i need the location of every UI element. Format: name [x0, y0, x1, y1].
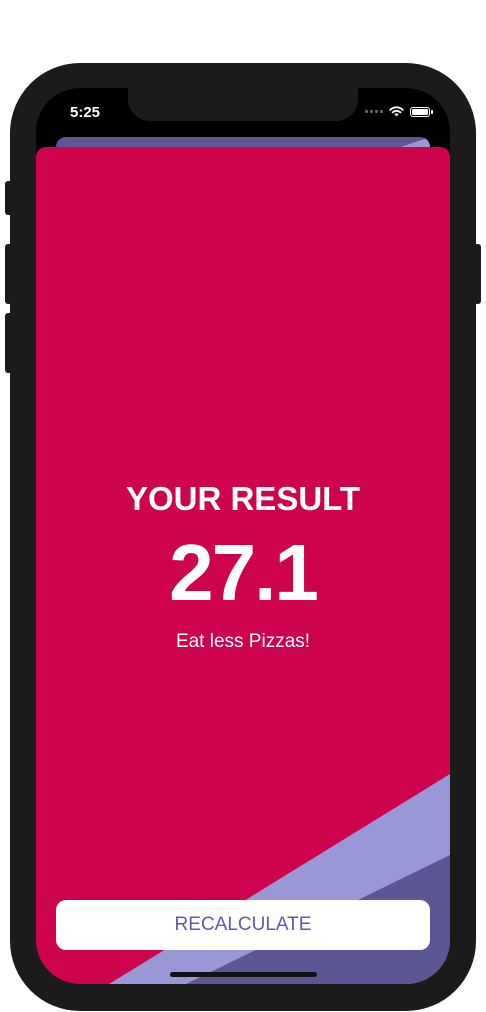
bmi-value: 27.1: [169, 528, 319, 617]
phone-screen: 5:25 YOUR RESULT 27.1 Eat less Pizzas! R…: [36, 88, 450, 984]
result-title: YOUR RESULT: [125, 480, 361, 517]
battery-icon: [410, 106, 433, 117]
recalculate-button[interactable]: RECALCULATE: [56, 900, 430, 950]
notch: [128, 88, 358, 121]
result-sheet: YOUR RESULT 27.1 Eat less Pizzas! RECALC…: [36, 147, 450, 984]
home-indicator[interactable]: [170, 972, 317, 977]
status-icons: [365, 106, 433, 117]
result-advice: Eat less Pizzas!: [175, 631, 311, 652]
wifi-icon: [389, 106, 404, 117]
status-time: 5:25: [70, 104, 101, 121]
stage: 5:25 YOUR RESULT 27.1 Eat less Pizzas! R…: [0, 0, 486, 1012]
cellular-signal-icon: [365, 110, 383, 113]
